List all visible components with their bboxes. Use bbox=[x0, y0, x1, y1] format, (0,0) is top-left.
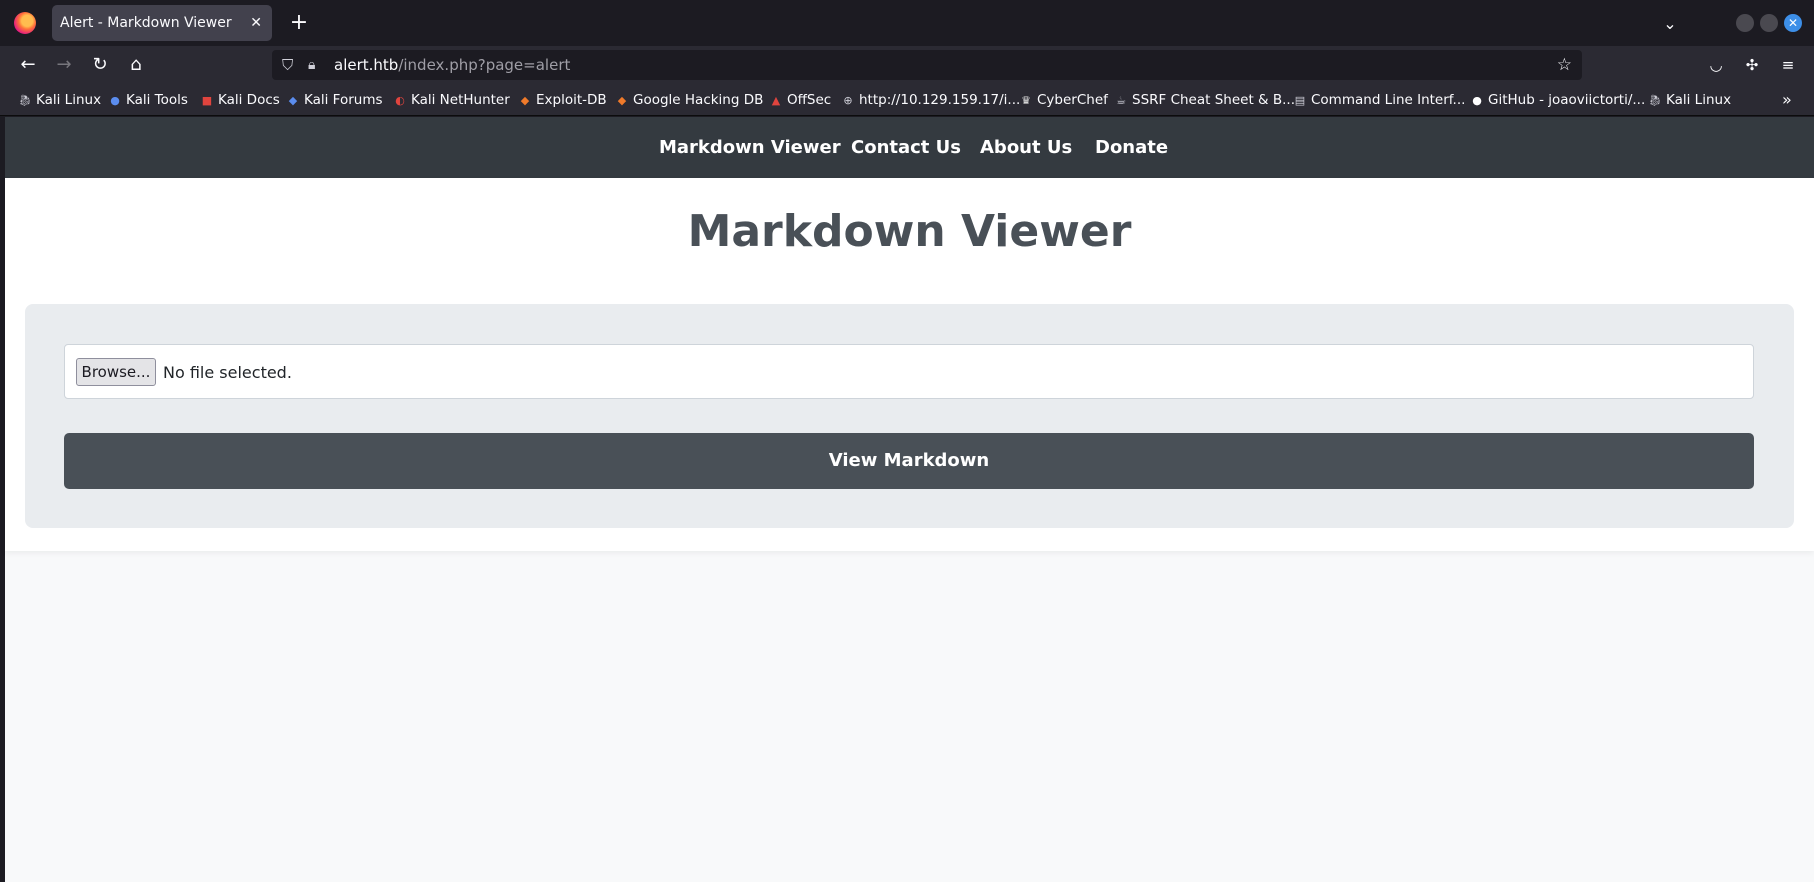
nav-link-about-us[interactable]: About Us bbox=[980, 117, 1072, 178]
github-icon: ● bbox=[1472, 94, 1482, 107]
nav-link-donate[interactable]: Donate bbox=[1095, 117, 1168, 178]
list-all-tabs-chevron-icon[interactable]: ⌄ bbox=[1656, 10, 1684, 38]
url-path: /index.php?page=alert bbox=[398, 56, 571, 74]
bookmark-kali-docs[interactable]: ■ Kali Docs bbox=[200, 84, 280, 116]
bookmark-exploit-db[interactable]: ◆ Exploit-DB bbox=[518, 84, 607, 116]
close-window-button[interactable]: ✕ bbox=[1784, 14, 1802, 32]
bookmark-label: OffSec bbox=[787, 92, 832, 108]
forward-arrow-icon[interactable]: → bbox=[48, 50, 80, 80]
browse-button[interactable]: Browse... bbox=[76, 358, 156, 386]
bookmark-label: Google Hacking DB bbox=[633, 92, 764, 108]
url-host: alert.htb bbox=[334, 56, 399, 74]
kali-tools-icon: ● bbox=[110, 94, 120, 107]
tab-title: Alert - Markdown Viewer bbox=[60, 15, 232, 31]
ssrf-icon: ☕︎ bbox=[1116, 94, 1126, 107]
bookmark-star-icon[interactable]: ☆ bbox=[1557, 50, 1572, 80]
kali-docs-icon: ■ bbox=[201, 94, 213, 107]
maximize-window-button[interactable] bbox=[1760, 14, 1778, 32]
globe-icon: ⊕ bbox=[843, 94, 853, 107]
bookmark-label: Command Line Interf... bbox=[1311, 92, 1466, 108]
bookmark-kali-linux-2[interactable]: 🐉︎ Kali Linux bbox=[1648, 84, 1731, 116]
url-text[interactable]: alert.htb/index.php?page=alert bbox=[334, 50, 570, 80]
kali-dragon-icon: 🐉︎ bbox=[18, 94, 32, 107]
bookmark-google-hacking-db[interactable]: ◆ Google Hacking DB bbox=[615, 84, 764, 116]
url-bar[interactable]: ⛉ 🔒︎ alert.htb/index.php?page=alert ☆ bbox=[272, 50, 1582, 80]
menu-hamburger-icon[interactable]: ≡ bbox=[1772, 50, 1804, 80]
back-arrow-icon[interactable]: ← bbox=[12, 50, 44, 80]
bookmark-label: Exploit-DB bbox=[536, 92, 607, 108]
bookmark-label: Kali Linux bbox=[36, 92, 102, 108]
bookmarks-toolbar: 🐉︎ Kali Linux ● Kali Tools ■ Kali Docs ◆ Kal… bbox=[0, 84, 1814, 116]
bookmark-label: Kali Tools bbox=[126, 92, 188, 108]
file-input[interactable]: Browse... No file selected. bbox=[64, 344, 1754, 399]
bookmark-github[interactable]: ● GitHub - joaoviictorti/... bbox=[1470, 84, 1645, 116]
document-icon: ▤ bbox=[1294, 94, 1306, 107]
tab-bar: Alert - Markdown Viewer ✕ + ⌄ ✕ bbox=[0, 0, 1814, 46]
firefox-logo-icon[interactable] bbox=[14, 12, 36, 34]
kali-dragon-icon: 🐉︎ bbox=[1648, 94, 1662, 107]
bookmark-kali-tools[interactable]: ● Kali Tools bbox=[108, 84, 188, 116]
bookmark-cyberchef[interactable]: ♛ CyberChef bbox=[1019, 84, 1108, 116]
home-icon[interactable]: ⌂ bbox=[120, 50, 152, 80]
page-viewport: Markdown Viewer Contact Us About Us Dona… bbox=[5, 117, 1814, 882]
offsec-icon: ▲ bbox=[771, 94, 781, 107]
cyberchef-icon: ♛ bbox=[1021, 94, 1031, 107]
bookmark-label: GitHub - joaoviictorti/... bbox=[1488, 92, 1646, 108]
bookmark-ssrf-cheat-sheet[interactable]: ☕︎ SSRF Cheat Sheet & B... bbox=[1114, 84, 1295, 116]
tracking-protection-shield-icon[interactable]: ⛉ bbox=[282, 50, 293, 80]
kali-forums-icon: ◆ bbox=[288, 94, 298, 107]
bookmark-label: Kali Docs bbox=[218, 92, 280, 108]
more-bookmarks-chevron-icon[interactable]: » bbox=[1782, 84, 1792, 116]
file-status-text: No file selected. bbox=[163, 363, 292, 382]
bookmark-label: http://10.129.159.17/i... bbox=[859, 92, 1021, 108]
bookmark-label: Kali Forums bbox=[304, 92, 383, 108]
bookmark-command-line-interface[interactable]: ▤ Command Line Interf... bbox=[1293, 84, 1466, 116]
nav-link-contact-us[interactable]: Contact Us bbox=[851, 117, 961, 178]
upload-form: Browse... No file selected. View Markdow… bbox=[25, 304, 1794, 528]
bookmark-label: CyberChef bbox=[1037, 92, 1108, 108]
bookmark-ip-link[interactable]: ⊕ http://10.129.159.17/i... bbox=[841, 84, 1020, 116]
navigation-toolbar: ← → ↻ ⌂ ⛉ 🔒︎ alert.htb/index.php?page=al… bbox=[0, 46, 1814, 84]
bookmark-label: Kali Linux bbox=[1666, 92, 1732, 108]
tab-active[interactable]: Alert - Markdown Viewer ✕ bbox=[52, 5, 272, 41]
nethunter-icon: ◐ bbox=[395, 94, 405, 107]
exploit-db-icon: ◆ bbox=[520, 94, 530, 107]
extensions-puzzle-icon[interactable]: ✣ bbox=[1736, 50, 1768, 80]
bookmark-label: Kali NetHunter bbox=[411, 92, 510, 108]
connection-lock-icon[interactable]: 🔒︎ bbox=[308, 50, 315, 80]
ghdb-icon: ◆ bbox=[617, 94, 627, 107]
view-markdown-button[interactable]: View Markdown bbox=[64, 433, 1754, 489]
page-title: Markdown Viewer bbox=[687, 206, 1132, 257]
main-container: Markdown Viewer Browse... No file select… bbox=[5, 178, 1814, 551]
reload-icon[interactable]: ↻ bbox=[84, 50, 116, 80]
minimize-window-button[interactable] bbox=[1736, 14, 1754, 32]
bookmark-offsec[interactable]: ▲ OffSec bbox=[769, 84, 831, 116]
bookmark-kali-forums[interactable]: ◆ Kali Forums bbox=[286, 84, 383, 116]
pocket-icon[interactable]: ◡ bbox=[1700, 50, 1732, 80]
site-navbar: Markdown Viewer Contact Us About Us Dona… bbox=[5, 117, 1814, 178]
bookmark-label: SSRF Cheat Sheet & B... bbox=[1132, 92, 1295, 108]
bookmark-kali-linux[interactable]: 🐉︎ Kali Linux bbox=[18, 84, 101, 116]
nav-link-markdown-viewer[interactable]: Markdown Viewer bbox=[659, 117, 841, 178]
new-tab-button[interactable]: + bbox=[284, 8, 314, 38]
tab-close-icon[interactable]: ✕ bbox=[250, 5, 262, 41]
bookmark-kali-nethunter[interactable]: ◐ Kali NetHunter bbox=[393, 84, 510, 116]
